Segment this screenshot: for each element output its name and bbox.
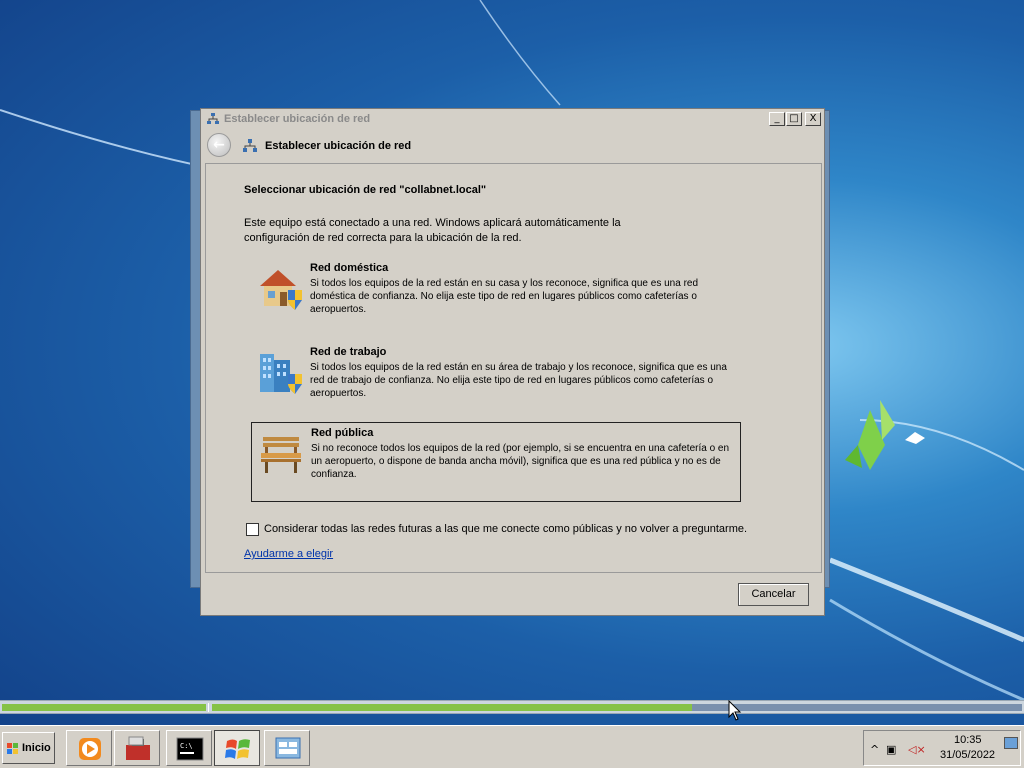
option-description: Si todos los equipos de la red están en … bbox=[310, 362, 727, 399]
windows-logo-icon bbox=[225, 739, 250, 759]
windows-explorer-button[interactable] bbox=[214, 730, 260, 766]
progress-fill-segment bbox=[2, 704, 206, 711]
option-public-network[interactable]: Red pública Si no reconoce todos los equ… bbox=[251, 422, 741, 502]
mouse-cursor-icon bbox=[728, 700, 742, 721]
option-description: Si todos los equipos de la red están en … bbox=[310, 278, 699, 315]
command-prompt-button[interactable]: C:\ bbox=[166, 730, 212, 766]
svg-text:C:\: C:\ bbox=[180, 742, 193, 750]
maximize-button[interactable]: □ bbox=[786, 112, 802, 126]
help-link[interactable]: Ayudarme a elegir bbox=[244, 548, 333, 560]
clock-time[interactable]: 10:35 bbox=[954, 734, 982, 746]
option-description: Si no reconoce todos los equipos de la r… bbox=[311, 443, 730, 480]
media-player-button[interactable] bbox=[66, 730, 112, 766]
page-heading: Seleccionar ubicación de red "collabnet.… bbox=[244, 184, 487, 196]
future-networks-checkbox[interactable] bbox=[246, 523, 259, 536]
progress-fill bbox=[212, 704, 692, 711]
bird-graphic bbox=[905, 432, 925, 444]
minimize-button[interactable]: _ bbox=[769, 112, 785, 126]
titlebar[interactable]: Establecer ubicación de red _ □ X bbox=[201, 109, 824, 129]
control-panel-button[interactable] bbox=[264, 730, 310, 766]
option-title: Red doméstica bbox=[310, 262, 389, 274]
checkbox-label: Considerar todas las redes futuras a las… bbox=[264, 523, 748, 535]
toolbox-button[interactable] bbox=[114, 730, 160, 766]
control-panel-icon bbox=[275, 737, 301, 759]
command-prompt-icon: C:\ bbox=[176, 737, 204, 761]
close-button[interactable]: X bbox=[805, 112, 821, 126]
system-tray: ^ ▣ ◁× 10:35 31/05/2022 bbox=[863, 730, 1021, 766]
network-tray-icon[interactable]: ▣ bbox=[886, 743, 896, 756]
start-button[interactable]: Inicio bbox=[2, 732, 55, 764]
network-location-dialog: Establecer ubicación de red _ □ X ← Esta… bbox=[200, 108, 825, 616]
option-title: Red pública bbox=[311, 427, 374, 439]
network-icon bbox=[207, 113, 219, 124]
home-network-icon bbox=[260, 270, 302, 310]
leaves-graphic bbox=[845, 400, 895, 470]
work-network-icon bbox=[260, 354, 302, 394]
taskbar: Inicio C:\ ^ ▣ ◁× 10:35 31/05/2022 bbox=[0, 725, 1024, 768]
toolbox-icon bbox=[126, 736, 150, 760]
option-work-network[interactable]: Red de trabajo Si todos los equipos de l… bbox=[251, 342, 741, 420]
network-icon bbox=[243, 139, 257, 152]
navigation-bar: ← Establecer ubicación de red bbox=[201, 131, 824, 161]
public-network-icon bbox=[261, 437, 301, 473]
cancel-button[interactable]: Cancelar bbox=[738, 583, 809, 606]
intro-text: Este equipo está conectado a una red. Wi… bbox=[244, 217, 621, 244]
media-player-icon bbox=[79, 738, 101, 760]
volume-muted-icon[interactable]: ◁× bbox=[908, 743, 926, 756]
progress-bar bbox=[0, 700, 1024, 714]
back-button[interactable]: ← bbox=[207, 133, 231, 157]
tray-expand-icon[interactable]: ^ bbox=[870, 743, 879, 756]
nav-title: Establecer ubicación de red bbox=[265, 140, 412, 152]
windows-logo-icon bbox=[7, 743, 18, 754]
option-title: Red de trabajo bbox=[310, 346, 387, 358]
progress-divider bbox=[208, 703, 209, 712]
content-panel: Seleccionar ubicación de red "collabnet.… bbox=[205, 163, 822, 573]
start-label: Inicio bbox=[22, 742, 51, 754]
option-home-network[interactable]: Red doméstica Si todos los equipos de la… bbox=[251, 258, 741, 336]
clock-date[interactable]: 31/05/2022 bbox=[940, 749, 995, 761]
show-desktop-button[interactable] bbox=[1004, 737, 1018, 749]
window-title: Establecer ubicación de red bbox=[224, 113, 371, 125]
